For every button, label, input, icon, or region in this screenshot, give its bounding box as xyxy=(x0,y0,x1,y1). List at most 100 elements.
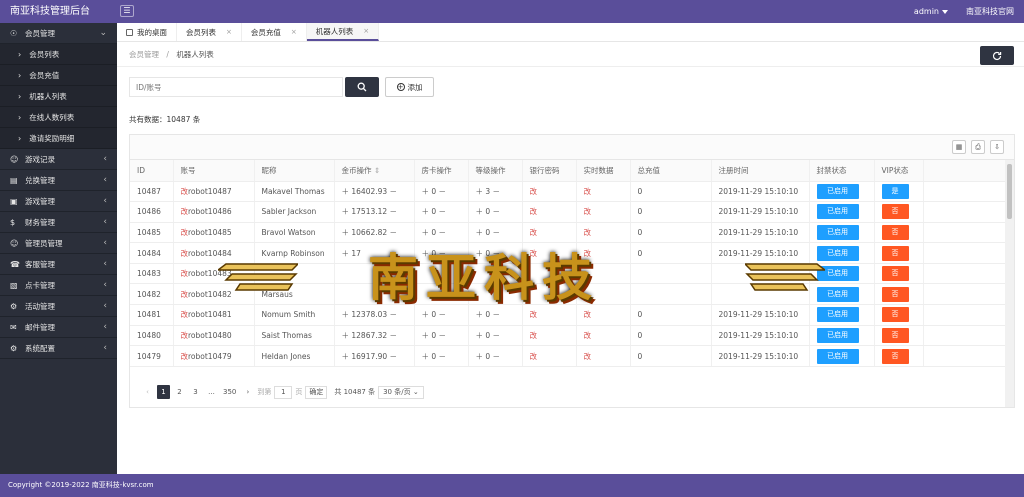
user-menu[interactable]: admin xyxy=(914,7,948,16)
page-2[interactable]: 2 xyxy=(173,385,186,399)
ban-status-button[interactable]: 已启用 xyxy=(816,183,859,199)
ban-status-button[interactable]: 已启用 xyxy=(816,204,859,220)
card-icon: ▧ xyxy=(10,280,18,290)
sidebar-item-8[interactable]: ⚙ 活动管理 ‹ xyxy=(0,296,117,317)
add-button[interactable]: + 添加 xyxy=(385,77,434,97)
tab-member-recharge[interactable]: 会员充值 × xyxy=(242,23,307,41)
cell-vip-status: 否 xyxy=(874,263,924,285)
cell-bank-password[interactable]: 改 xyxy=(522,345,577,367)
close-icon[interactable]: × xyxy=(226,28,232,36)
cell-realtime-data[interactable]: 改 xyxy=(576,181,631,203)
tab-member-list[interactable]: 会员列表 × xyxy=(177,23,242,41)
vip-status-button[interactable]: 否 xyxy=(881,204,909,220)
next-page-button[interactable]: › xyxy=(241,385,254,399)
edit-account-link[interactable]: 改 xyxy=(181,331,189,340)
sidebar-item-0[interactable]: ☉ 会员管理 ⌄ xyxy=(0,23,117,44)
cell-bank-password[interactable]: 改 xyxy=(522,181,577,203)
chevron-left-icon: ‹ xyxy=(103,259,107,269)
sidebar-subitem-0[interactable]: › 会员列表 xyxy=(0,44,117,65)
cell-nickname: Makavel Thomas xyxy=(254,181,335,203)
cell-id: 10481 xyxy=(130,304,174,326)
sort-icon[interactable]: ⇕ xyxy=(374,166,380,175)
table-scrollbar[interactable] xyxy=(1005,160,1014,407)
vip-status-button[interactable]: 否 xyxy=(881,327,909,343)
site-link[interactable]: 南亚科技官网 xyxy=(966,6,1014,17)
chevron-left-icon: ‹ xyxy=(103,154,107,164)
sidebar-item-4[interactable]: $ 财务管理 ‹ xyxy=(0,212,117,233)
vip-status-button[interactable]: 否 xyxy=(881,348,909,364)
vip-status-button[interactable]: 否 xyxy=(881,224,909,240)
cell-level-op[interactable]: ＋ 0 － xyxy=(468,345,523,367)
column-header-3[interactable]: 金币操作 ⇕ xyxy=(334,160,415,182)
sidebar-item-3[interactable]: ▣ 游戏管理 ‹ xyxy=(0,191,117,212)
vip-status-button[interactable]: 否 xyxy=(881,266,909,282)
vip-status-button[interactable]: 否 xyxy=(881,307,909,323)
sidebar-item-2[interactable]: ▤ 兑换管理 ‹ xyxy=(0,170,117,191)
cell-bank-password[interactable]: 改 xyxy=(522,325,577,347)
export-icon[interactable]: ⇩ xyxy=(990,140,1004,154)
cell-level-op[interactable]: ＋ 0 － xyxy=(468,201,523,223)
menu-toggle-icon[interactable]: ☰ xyxy=(120,5,134,17)
cell-card-op[interactable]: ＋ 0 － xyxy=(414,181,469,203)
vip-status-button[interactable]: 是 xyxy=(881,183,909,199)
cell-gold-op[interactable]: ＋ 12867.32 － xyxy=(334,325,415,347)
vip-status-button[interactable]: 否 xyxy=(881,245,909,261)
top-header: 南亚科技管理后台 ☰ admin 南亚科技官网 xyxy=(0,0,1024,23)
page-size-select[interactable]: 30 条/页 ⌄ xyxy=(378,385,424,399)
goto-page-input[interactable]: 1 xyxy=(274,385,293,399)
columns-filter-icon[interactable]: ▦ xyxy=(952,140,966,154)
cell-level-op[interactable]: ＋ 3 － xyxy=(468,181,523,203)
cell-gold-op[interactable]: ＋ 17513.12 － xyxy=(334,201,415,223)
edit-account-link[interactable]: 改 xyxy=(181,228,189,237)
scrollbar-thumb[interactable] xyxy=(1007,164,1012,219)
cell-card-op[interactable]: ＋ 0 － xyxy=(414,201,469,223)
ban-status-button[interactable]: 已启用 xyxy=(816,348,859,364)
refresh-button[interactable] xyxy=(980,46,1014,65)
edit-account-link[interactable]: 改 xyxy=(181,207,189,216)
edit-account-link[interactable]: 改 xyxy=(181,249,189,258)
sidebar-item-5[interactable]: ☺ 管理员管理 ‹ xyxy=(0,233,117,254)
cell-gold-op[interactable]: ＋ 16402.93 － xyxy=(334,181,415,203)
page-1[interactable]: 1 xyxy=(157,385,170,399)
cell-gold-op[interactable]: ＋ 16917.90 － xyxy=(334,345,415,367)
sidebar-item-1[interactable]: ☺ 游戏记录 ‹ xyxy=(0,149,117,170)
close-icon[interactable]: × xyxy=(291,28,297,36)
cell-realtime-data[interactable]: 改 xyxy=(576,345,631,367)
tab-desktop[interactable]: 我的桌面 xyxy=(117,23,177,41)
edit-account-link[interactable]: 改 xyxy=(181,269,189,278)
prev-page-button[interactable]: ‹ xyxy=(141,385,154,399)
vip-status-button[interactable]: 否 xyxy=(881,286,909,302)
cell-realtime-data[interactable]: 改 xyxy=(576,325,631,347)
cell-bank-password[interactable]: 改 xyxy=(522,201,577,223)
sidebar-item-6[interactable]: ☎ 客服管理 ‹ xyxy=(0,254,117,275)
sidebar-item-9[interactable]: ✉ 邮件管理 ‹ xyxy=(0,317,117,338)
page-last[interactable]: 350 xyxy=(221,385,238,399)
tab-robot-list[interactable]: 机器人列表 × xyxy=(306,23,380,41)
print-icon[interactable]: ⎙ xyxy=(971,140,985,154)
sidebar-subitem-3[interactable]: › 在线人数列表 xyxy=(0,107,117,128)
chevron-right-icon: › xyxy=(18,49,22,59)
edit-account-link[interactable]: 改 xyxy=(181,290,189,299)
search-button[interactable] xyxy=(345,77,379,97)
sidebar: ☉ 会员管理 ⌄ › 会员列表 › 会员充值 › 机器人列表 › 在线人数列表 › 邀请奖励明细 ☺ 游戏记… xyxy=(0,23,117,474)
sidebar-subitem-2[interactable]: › 机器人列表 xyxy=(0,86,117,107)
page-3[interactable]: 3 xyxy=(189,385,202,399)
sidebar-item-7[interactable]: ▧ 点卡管理 ‹ xyxy=(0,275,117,296)
breadcrumb-parent[interactable]: 会员管理 xyxy=(129,50,159,59)
edit-account-link[interactable]: 改 xyxy=(181,187,189,196)
ban-status-button[interactable]: 已启用 xyxy=(816,327,859,343)
close-icon[interactable]: × xyxy=(363,27,369,35)
sidebar-subitem-4[interactable]: › 邀请奖励明细 xyxy=(0,128,117,149)
edit-account-link[interactable]: 改 xyxy=(181,352,189,361)
search-input[interactable] xyxy=(129,77,343,97)
cell-realtime-data[interactable]: 改 xyxy=(576,201,631,223)
cell-level-op[interactable]: ＋ 0 － xyxy=(468,325,523,347)
caret-down-icon xyxy=(942,9,948,14)
sidebar-item-10[interactable]: ⚙ 系统配置 ‹ xyxy=(0,338,117,359)
sidebar-subitem-1[interactable]: › 会员充值 xyxy=(0,65,117,86)
cell-card-op[interactable]: ＋ 0 － xyxy=(414,325,469,347)
column-header-2: 昵称 xyxy=(254,160,335,182)
cell-card-op[interactable]: ＋ 0 － xyxy=(414,345,469,367)
goto-confirm-button[interactable]: 确定 xyxy=(305,385,328,399)
edit-account-link[interactable]: 改 xyxy=(181,310,189,319)
